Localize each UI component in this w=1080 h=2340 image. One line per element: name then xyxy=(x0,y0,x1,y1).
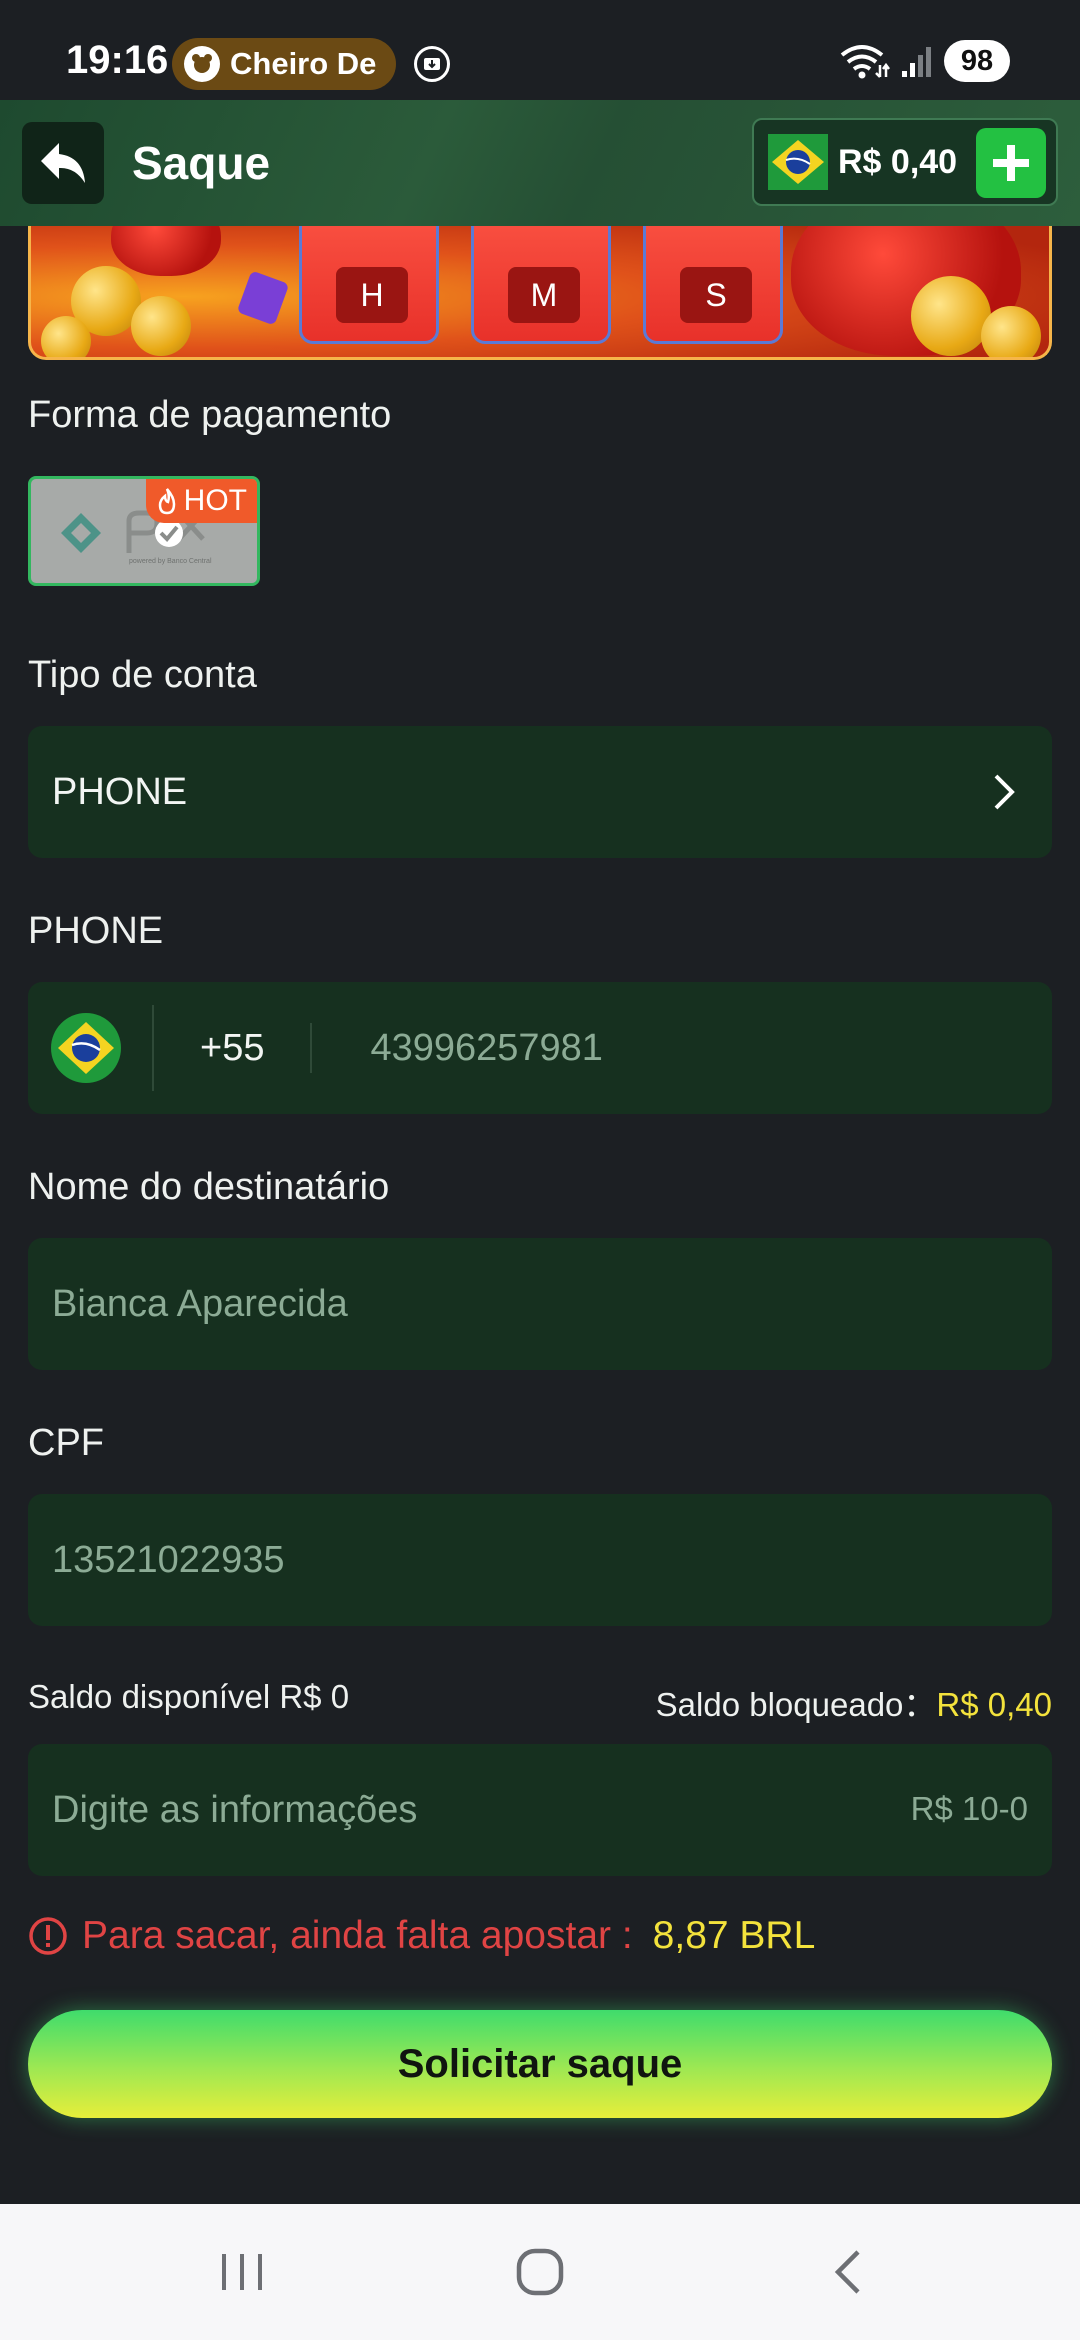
chevron-right-icon xyxy=(994,774,1015,810)
account-type-select[interactable]: PHONE xyxy=(28,726,1052,858)
request-withdrawal-button[interactable]: Solicitar saque xyxy=(28,2010,1052,2118)
blocked-balance-label: Saldo bloqueado： xyxy=(655,1686,937,1723)
minutes-unit: M xyxy=(508,267,580,323)
account-type-label: Tipo de conta xyxy=(28,654,257,696)
system-nav-bar xyxy=(0,2204,1080,2340)
brazil-flag-icon xyxy=(768,134,828,190)
recipient-name-input[interactable]: Bianca Aparecida xyxy=(28,1238,1052,1370)
blocked-balance: Saldo bloqueado：R$ 0,40 xyxy=(656,1678,1052,1726)
phone-label: PHONE xyxy=(28,910,164,952)
flame-icon xyxy=(158,488,175,515)
cpf-value: 13521022935 xyxy=(52,1538,285,1581)
balance-display[interactable]: R$ 0,40 xyxy=(752,118,1058,206)
phone-number-input[interactable]: 43996257981 xyxy=(370,1027,602,1070)
hot-badge-text: HOT xyxy=(183,484,247,517)
withdraw-amount-input[interactable]: Digite as informações R$ 10-0 xyxy=(28,1744,1052,1876)
available-balance: Saldo disponível R$ 0 xyxy=(28,1678,350,1715)
account-type-value: PHONE xyxy=(52,770,188,813)
wifi-icon xyxy=(840,45,890,79)
seconds-unit: S xyxy=(680,267,752,323)
back-arrow-icon xyxy=(41,143,85,183)
promo-banner[interactable]: H M S xyxy=(28,206,1052,360)
recipient-name-value: Bianca Aparecida xyxy=(52,1282,348,1325)
recent-apps-icon[interactable] xyxy=(214,2246,270,2298)
coin-icon xyxy=(981,306,1041,357)
deposit-button[interactable] xyxy=(976,128,1046,198)
pix-payment-option[interactable]: powered by Banco Central HOT xyxy=(28,476,260,586)
alert-circle-icon xyxy=(29,1917,67,1955)
app-header: Saque R$ 0,40 xyxy=(0,100,1080,226)
home-icon[interactable] xyxy=(514,2246,566,2298)
amount-placeholder: Digite as informações xyxy=(52,1788,418,1831)
page-title: Saque xyxy=(132,137,271,189)
divider xyxy=(152,1005,154,1091)
wager-warning: Para sacar, ainda falta apostar : 8,87 B… xyxy=(28,1908,815,1964)
notification-pill[interactable]: Cheiro De xyxy=(172,38,396,90)
dog-icon xyxy=(184,46,220,82)
battery-indicator: 98 xyxy=(944,40,1010,82)
hot-badge: HOT xyxy=(145,479,257,523)
warning-text: Para sacar, ainda falta apostar : xyxy=(82,1914,633,1957)
cpf-label: CPF xyxy=(28,1422,104,1464)
divider xyxy=(310,1023,313,1073)
balance-amount: R$ 0,40 xyxy=(838,142,958,181)
gem-icon xyxy=(236,270,290,326)
balance-info-row: Saldo disponível R$ 0 Saldo bloqueado：R$… xyxy=(28,1678,1052,1723)
signal-icon xyxy=(902,47,931,77)
countdown-hours: H xyxy=(299,206,439,344)
coin-icon xyxy=(911,276,991,356)
notification-text: Cheiro De xyxy=(230,46,377,81)
status-time: 19:16 xyxy=(66,38,169,82)
plus-icon xyxy=(993,145,1029,181)
countdown-minutes: M xyxy=(471,206,611,344)
blocked-balance-value: R$ 0,40 xyxy=(936,1686,1052,1723)
recipient-name-label: Nome do destinatário xyxy=(28,1166,390,1208)
countdown-seconds: S xyxy=(643,206,783,344)
coin-icon xyxy=(131,296,191,356)
hours-unit: H xyxy=(336,267,408,323)
cpf-input[interactable]: 13521022935 xyxy=(28,1494,1052,1626)
amount-range-hint: R$ 10-0 xyxy=(910,1790,1028,1827)
svg-text:powered by Banco Central: powered by Banco Central xyxy=(129,558,212,565)
country-code[interactable]: +55 xyxy=(200,1027,264,1070)
download-icon xyxy=(414,46,450,82)
status-bar: 19:16 Cheiro De 98 xyxy=(0,0,1080,100)
coin-icon xyxy=(41,316,91,357)
brazil-flag-icon xyxy=(51,1013,121,1083)
status-icons: 98 xyxy=(838,40,1010,82)
back-button[interactable] xyxy=(22,122,104,204)
payment-method-label: Forma de pagamento xyxy=(28,394,392,436)
warning-amount: 8,87 BRL xyxy=(652,1914,816,1957)
back-nav-icon[interactable] xyxy=(826,2246,866,2298)
phone-field[interactable]: +55 43996257981 xyxy=(28,982,1052,1114)
